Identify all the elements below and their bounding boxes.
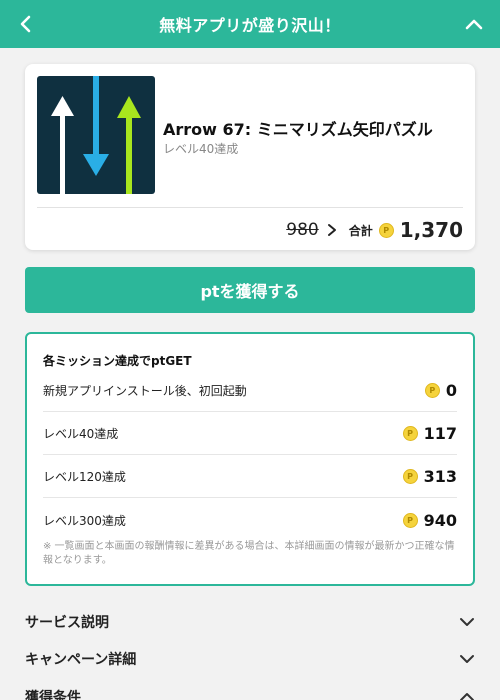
- get-points-button[interactable]: ptを獲得する: [25, 267, 475, 313]
- chevron-up-icon: [459, 689, 475, 700]
- mission-points: 117: [423, 424, 457, 443]
- section-label: サービス説明: [25, 615, 109, 631]
- mission-label: 新規アプリインストール後、初回起動: [43, 384, 247, 398]
- header-bar: 無料アプリが盛り沢山！: [0, 0, 500, 48]
- chevron-down-icon: [459, 614, 475, 630]
- point-coin-icon: P: [402, 469, 418, 484]
- mission-points: 940: [423, 510, 457, 530]
- total-points: 1,370: [399, 218, 463, 242]
- mission-row: レベル300達成 P 940: [43, 499, 457, 541]
- total-label: 合計: [348, 223, 373, 238]
- section-label: 獲得条件: [25, 690, 81, 700]
- chevron-left-icon: [20, 15, 31, 33]
- collapse-button[interactable]: [460, 10, 488, 38]
- arrow-puzzle-icon: [51, 76, 141, 194]
- point-coin-icon: P: [402, 512, 418, 528]
- app-subtitle: レベル40達成: [163, 142, 239, 156]
- point-coin-icon: P: [378, 222, 394, 238]
- app-card: Arrow 67: ミニマリズム矢印パズル レベル40達成 980 合計 P 1…: [25, 64, 475, 250]
- chevron-down-icon: [459, 651, 475, 667]
- old-points: 980: [286, 220, 319, 240]
- mission-title: 各ミッション達成でptGET: [43, 354, 192, 368]
- section-label: キャンペーン詳細: [25, 652, 137, 668]
- mission-row: 新規アプリインストール後、初回起動 P 0: [43, 370, 457, 412]
- chevron-up-icon: [465, 19, 483, 30]
- back-button[interactable]: [12, 10, 40, 38]
- chevron-right-icon: [325, 223, 339, 237]
- section-acquisition-conditions[interactable]: 獲得条件: [25, 680, 475, 700]
- divider: [37, 207, 463, 208]
- mission-label: レベル40達成: [43, 427, 119, 441]
- mission-points: 313: [423, 467, 457, 486]
- mission-row: レベル40達成 P 117: [43, 413, 457, 455]
- mission-note: ※ 一覧画面と本画面の報酬情報に差異がある場合は、本詳細画面の情報が最新かつ正確…: [43, 541, 455, 566]
- mission-box: 各ミッション達成でptGET 新規アプリインストール後、初回起動 P 0 レベル…: [25, 332, 475, 586]
- section-service-description[interactable]: サービス説明: [25, 605, 475, 639]
- page-title: 無料アプリが盛り沢山！: [159, 16, 341, 35]
- app-icon: [37, 76, 155, 194]
- mission-label: レベル300達成: [43, 513, 126, 528]
- points-summary: 980 合計 P 1,370: [286, 216, 463, 244]
- mission-row: レベル120達成 P 313: [43, 456, 457, 498]
- point-coin-icon: P: [402, 426, 418, 441]
- mission-points: 0: [445, 381, 457, 400]
- section-campaign-details[interactable]: キャンペーン詳細: [25, 642, 475, 676]
- point-coin-icon: P: [424, 383, 440, 398]
- mission-label: レベル120達成: [43, 470, 126, 484]
- app-name: Arrow 67: ミニマリズム矢印パズル: [163, 120, 433, 139]
